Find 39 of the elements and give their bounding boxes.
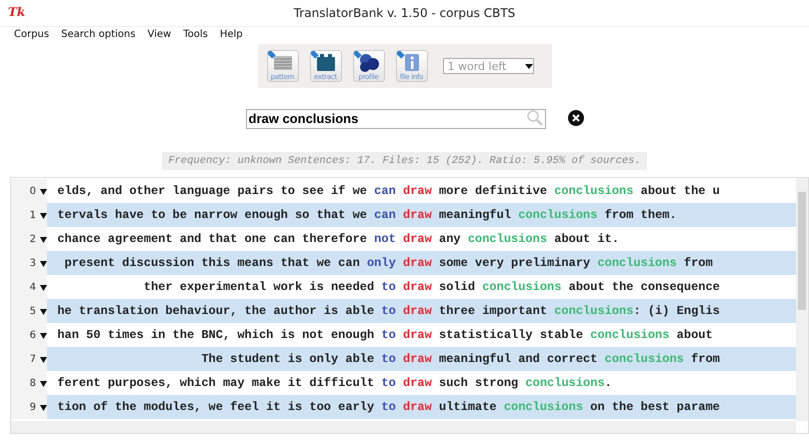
window-title: TranslatorBank v. 1.50 - corpus CBTS: [294, 6, 516, 20]
search-icon: [526, 109, 544, 127]
horizontal-scrollbar[interactable]: [11, 421, 796, 433]
expand-triangle-icon: [40, 188, 47, 194]
concordance-line[interactable]: han 50 times in the BNC, which is not enough to draw statistically stable conclusions about: [47, 323, 796, 347]
concordance-line[interactable]: chance agreement and that one can therefore not draw any conclusions about it.: [47, 227, 796, 251]
clear-icon: [568, 110, 584, 126]
row-number: 1: [30, 210, 36, 220]
concordance-line[interactable]: elds, and other language pairs to see if we can draw more definitive conclusions about the u: [47, 179, 796, 203]
row-number: 2: [30, 234, 36, 244]
expand-triangle-icon: [40, 236, 47, 242]
menu-item[interactable]: Search options: [55, 29, 142, 40]
expand-triangle-icon: [40, 356, 47, 362]
row-number: 8: [30, 378, 36, 388]
menu-item[interactable]: Tools: [177, 29, 214, 40]
menu-item[interactable]: View: [141, 29, 178, 40]
expand-triangle-icon: [40, 284, 47, 290]
expand-triangle-icon: [40, 404, 47, 410]
row-number: 3: [30, 258, 36, 268]
row-number: 0: [30, 186, 36, 196]
concordance-line[interactable]: ferent purposes, which may make it difficult to draw such strong conclusions.: [47, 371, 796, 395]
expand-triangle-icon: [40, 212, 47, 218]
row-number: 6: [30, 330, 36, 340]
menu-item[interactable]: Help: [214, 29, 249, 40]
concordance-line[interactable]: ther experimental work is needed to draw solid conclusions about the consequence: [47, 275, 796, 299]
menu-item[interactable]: Corpus: [8, 29, 56, 40]
vertical-scrollbar[interactable]: [796, 178, 808, 421]
app-logo: Tk: [8, 5, 26, 19]
row-number: 5: [30, 306, 36, 316]
dropdown-caret-icon: [524, 64, 532, 68]
expand-triangle-icon: [40, 332, 47, 338]
row-number: 9: [30, 402, 36, 412]
frequency-summary: Frequency: unknown Sentences: 17. Files: 15 (252). Ratio: 5.95% of sources.: [162, 152, 647, 170]
search-field[interactable]: draw conclusions: [246, 108, 546, 128]
expand-triangle-icon: [40, 308, 47, 314]
expand-triangle-icon: [40, 380, 47, 386]
expand-triangle-icon: [40, 260, 47, 266]
row-number: 4: [30, 282, 36, 292]
row-number: 7: [30, 354, 36, 364]
